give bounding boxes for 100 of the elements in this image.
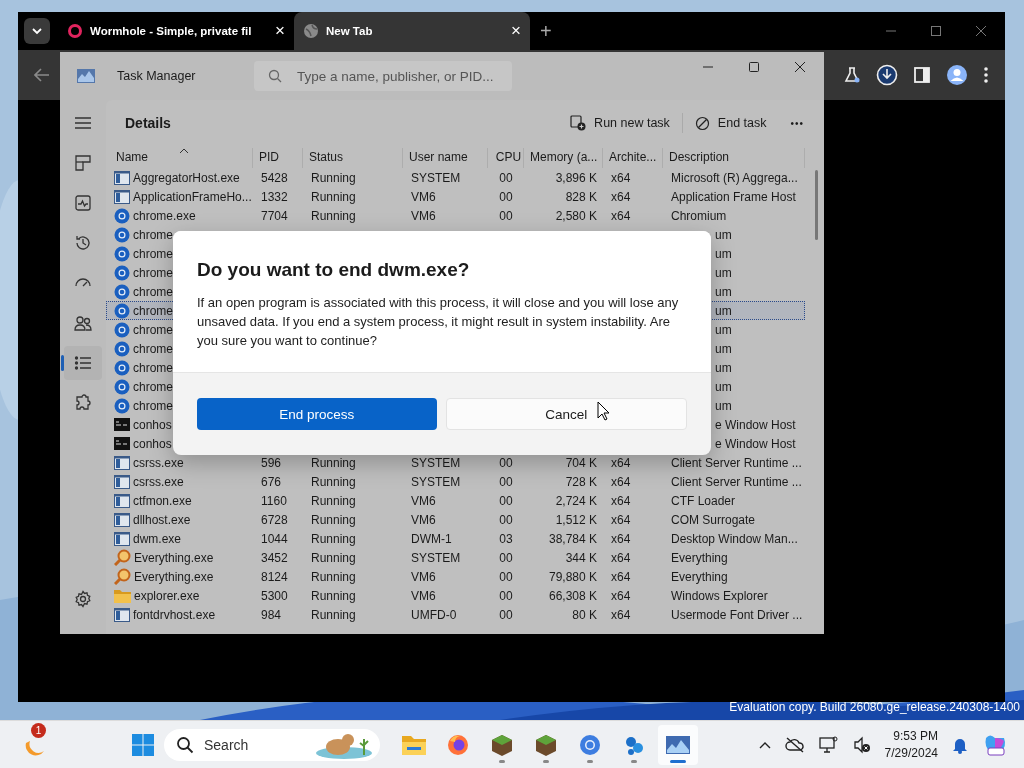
cpu-cell: 00 bbox=[499, 588, 513, 603]
description-cell: um bbox=[715, 398, 732, 413]
architecture-cell: x64 bbox=[611, 189, 631, 204]
process-name: chrome bbox=[133, 379, 173, 394]
cpu-cell: 00 bbox=[499, 550, 513, 565]
memory-cell: 828 K bbox=[565, 189, 597, 204]
pid-cell: 5428 bbox=[261, 170, 288, 185]
description-cell: um bbox=[715, 246, 732, 261]
user-cell: VM6 bbox=[411, 208, 436, 223]
memory-cell: 2,724 K bbox=[555, 493, 597, 508]
cpu-cell: 00 bbox=[499, 208, 513, 223]
status-cell: Running bbox=[311, 512, 356, 527]
process-name: Everything.exe bbox=[134, 569, 214, 584]
pid-cell: 5300 bbox=[261, 588, 288, 603]
process-name: chrome bbox=[133, 303, 173, 318]
user-cell: VM6 bbox=[411, 493, 436, 508]
pid-cell: 1044 bbox=[261, 531, 288, 546]
process-name: ctfmon.exe bbox=[133, 493, 192, 508]
dialog-message: If an open program is associated with this process, it will close and you will lose any unsaved data. If you end a system process, it might result in system instability. Are you sure you want to continue? bbox=[197, 294, 680, 350]
process-name: chrome.exe bbox=[133, 208, 196, 223]
pid-cell: 3452 bbox=[261, 550, 288, 565]
memory-cell: 344 K bbox=[565, 550, 597, 565]
user-cell: SYSTEM bbox=[411, 474, 461, 489]
architecture-cell: x64 bbox=[611, 531, 631, 546]
architecture-cell: x64 bbox=[611, 455, 631, 470]
pid-cell: 984 bbox=[261, 607, 282, 622]
description-cell: Desktop Window Man... bbox=[671, 531, 798, 546]
status-cell: Running bbox=[311, 607, 356, 622]
architecture-cell: x64 bbox=[611, 512, 631, 527]
process-name: chrome bbox=[133, 227, 173, 242]
description-cell: um bbox=[715, 227, 732, 242]
user-cell: VM6 bbox=[411, 512, 436, 527]
process-name: conhos bbox=[133, 417, 172, 432]
description-cell: Everything bbox=[671, 550, 728, 565]
process-name: csrss.exe bbox=[133, 455, 184, 470]
cpu-cell: 00 bbox=[499, 493, 513, 508]
architecture-cell: x64 bbox=[611, 474, 631, 489]
pid-cell: 1332 bbox=[261, 189, 288, 204]
process-name: Everything.exe bbox=[134, 550, 214, 565]
description-cell: um bbox=[715, 360, 732, 375]
pid-cell: 1160 bbox=[261, 493, 287, 508]
process-name: explorer.exe bbox=[134, 588, 200, 603]
status-cell: Running bbox=[311, 569, 356, 584]
cpu-cell: 00 bbox=[499, 474, 513, 489]
status-cell: Running bbox=[311, 208, 356, 223]
status-cell: Running bbox=[311, 474, 356, 489]
status-cell: Running bbox=[311, 170, 356, 185]
memory-cell: 3,896 K bbox=[555, 170, 597, 185]
process-name: chrome bbox=[133, 265, 173, 280]
status-cell: Running bbox=[311, 550, 356, 565]
architecture-cell: x64 bbox=[611, 208, 631, 223]
cpu-cell: 00 bbox=[499, 512, 513, 527]
description-cell: Chromium bbox=[671, 208, 727, 223]
user-cell: SYSTEM bbox=[411, 455, 461, 470]
description-cell: Client Server Runtime ... bbox=[671, 455, 802, 470]
description-cell: um bbox=[715, 284, 732, 299]
user-cell: VM6 bbox=[411, 189, 436, 204]
user-cell: DWM-1 bbox=[411, 531, 452, 546]
user-cell: VM6 bbox=[411, 588, 436, 603]
description-cell: um bbox=[715, 322, 732, 337]
user-cell: SYSTEM bbox=[411, 170, 461, 185]
status-cell: Running bbox=[311, 531, 356, 546]
description-cell: COM Surrogate bbox=[671, 512, 756, 527]
pid-cell: 596 bbox=[261, 455, 282, 470]
notification-badge: 1 bbox=[31, 722, 46, 738]
dialog-title: Do you want to end dwm.exe? bbox=[197, 259, 471, 281]
description-cell: um bbox=[715, 303, 732, 318]
description-cell: Usermode Font Driver ... bbox=[671, 607, 803, 622]
description-cell: um bbox=[715, 379, 732, 394]
pid-cell: 8124 bbox=[261, 569, 288, 584]
architecture-cell: x64 bbox=[611, 607, 631, 622]
memory-cell: 80 K bbox=[572, 607, 597, 622]
memory-cell: 79,880 K bbox=[548, 569, 597, 584]
architecture-cell: x64 bbox=[611, 550, 631, 565]
architecture-cell: x64 bbox=[611, 569, 631, 584]
process-name: csrss.exe bbox=[133, 474, 184, 489]
cpu-cell: 00 bbox=[499, 455, 513, 470]
memory-cell: 2,580 K bbox=[555, 208, 597, 223]
pid-cell: 676 bbox=[261, 474, 282, 489]
process-name: chrome bbox=[133, 398, 173, 413]
description-cell: e Window Host bbox=[715, 436, 796, 451]
process-name: chrome bbox=[133, 284, 173, 299]
process-name: chrome bbox=[133, 341, 173, 356]
description-cell: um bbox=[715, 341, 732, 356]
architecture-cell: x64 bbox=[611, 588, 631, 603]
description-cell: CTF Loader bbox=[671, 493, 736, 508]
memory-cell: 66,308 K bbox=[548, 588, 597, 603]
process-name: AggregatorHost.exe bbox=[133, 170, 240, 185]
description-cell: Everything bbox=[671, 569, 728, 584]
process-name: conhos bbox=[133, 436, 172, 451]
cpu-cell: 03 bbox=[499, 531, 513, 546]
process-name: ApplicationFrameHo... bbox=[133, 189, 252, 204]
cpu-cell: 00 bbox=[499, 569, 513, 584]
status-cell: Running bbox=[311, 588, 356, 603]
memory-cell: 38,784 K bbox=[548, 531, 597, 546]
process-name: fontdrvhost.exe bbox=[133, 607, 216, 622]
pid-cell: 7704 bbox=[261, 208, 288, 223]
process-name: dwm.exe bbox=[133, 531, 182, 546]
description-cell: e Window Host bbox=[715, 417, 796, 432]
status-cell: Running bbox=[311, 493, 356, 508]
